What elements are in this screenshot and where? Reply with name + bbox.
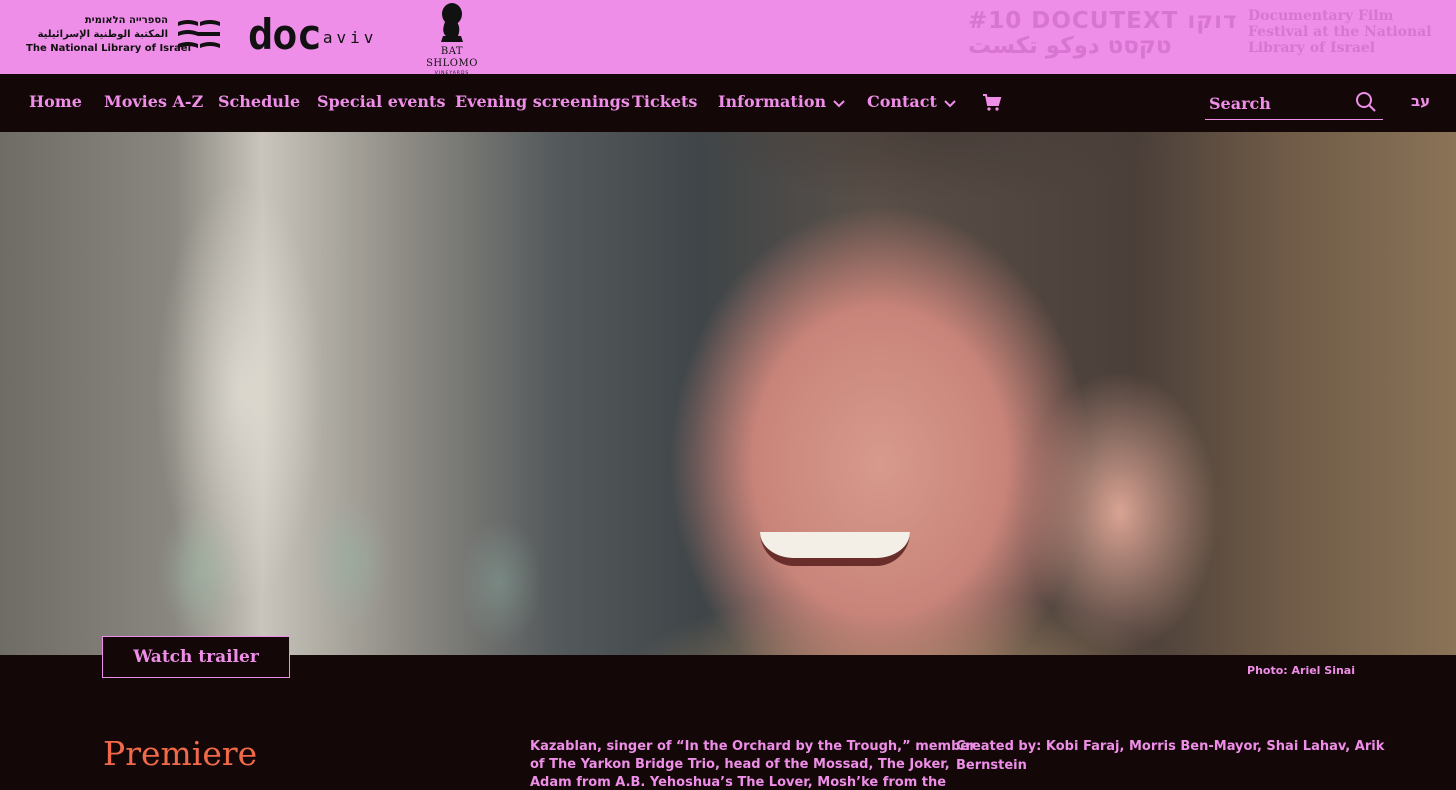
national-library-logo[interactable]: הספרייה הלאומית المكتبة الوطنية الإسرائي…	[26, 12, 226, 58]
nav-information-label: Information	[718, 92, 827, 111]
credits-line: Created by: Kobi Faraj, Morris Ben-Mayor…	[956, 739, 1385, 754]
docutext-logo[interactable]: #10 DOCUTEXT דוקו טקסט دوكو تكست	[968, 8, 1238, 60]
nav-schedule[interactable]: Schedule	[218, 92, 300, 112]
search-box	[1205, 87, 1383, 120]
bat-shlomo-name: BAT SHLOMO	[426, 46, 478, 69]
hero-photo	[0, 132, 1456, 655]
nav-tickets[interactable]: Tickets	[632, 92, 697, 112]
synopsis-line: of The Yarkon Bridge Trio, head of the M…	[530, 757, 950, 772]
chevron-down-icon	[944, 99, 956, 107]
search-input[interactable]	[1209, 91, 1349, 115]
docaviv-aviv: aviv	[322, 28, 378, 47]
search-icon[interactable]	[1355, 91, 1377, 113]
cart-icon[interactable]	[982, 92, 1002, 112]
nli-arabic: المكتبة الوطنية الإسرائيلية	[37, 29, 168, 40]
bat-shlomo-logo[interactable]: BAT SHLOMO VINEYARDS	[414, 0, 490, 76]
nav-evening-screenings[interactable]: Evening screenings	[455, 92, 630, 112]
nav-information[interactable]: Information	[718, 92, 846, 112]
docutext-line-2: טקסט دوكو تكست	[968, 33, 1172, 59]
synopsis: Kazablan, singer of “In the Orchard by t…	[530, 738, 976, 790]
watch-trailer-button[interactable]: Watch trailer	[102, 636, 290, 678]
chevron-down-icon	[833, 99, 845, 107]
premiere-label: Premiere	[103, 734, 258, 773]
silhouette-icon	[441, 3, 463, 42]
docutext-line-1: #10 DOCUTEXT דוקו	[968, 8, 1238, 34]
festival-line-2: Festival at the National	[1248, 24, 1432, 40]
credits-line: Bernstein	[956, 757, 1027, 773]
language-toggle[interactable]: עב	[1411, 92, 1430, 110]
nli-logo-text: הספרייה הלאומית المكتبة الوطنية الإسرائي…	[26, 14, 192, 56]
docaviv-doc: doc	[248, 10, 322, 59]
festival-line-3: Library of Israel	[1248, 40, 1376, 56]
book-icon	[178, 20, 220, 48]
nav-contact[interactable]: Contact	[867, 92, 957, 112]
synopsis-line: Adam from A.B. Yehoshua’s The Lover, Mos…	[530, 775, 947, 790]
festival-tagline: Documentary Film Festival at the Nationa…	[1248, 8, 1448, 56]
festival-line-1: Documentary Film	[1248, 8, 1394, 24]
docaviv-logo[interactable]: doc aviv	[248, 12, 377, 58]
nav-home[interactable]: Home	[29, 92, 82, 112]
nli-hebrew: הספרייה הלאומית	[84, 15, 168, 26]
brand-bar: הספרייה הלאומית المكتبة الوطنية الإسرائي…	[0, 0, 1456, 76]
film-credits: Created by: Kobi Faraj, Morris Ben-Mayor…	[956, 738, 1385, 775]
photo-credit: Photo: Ariel Sinai	[1247, 664, 1355, 677]
hero-background-bottles	[120, 462, 640, 655]
hero-hair	[640, 132, 1240, 252]
nav-contact-label: Contact	[867, 92, 937, 111]
synopsis-line: Kazablan, singer of “In the Orchard by t…	[530, 739, 976, 754]
nav-special-events[interactable]: Special events	[317, 92, 445, 112]
hero-smile	[760, 532, 910, 566]
nli-english: The National Library of Israel	[26, 43, 192, 54]
nav-movies-a-z[interactable]: Movies A-Z	[104, 92, 203, 112]
